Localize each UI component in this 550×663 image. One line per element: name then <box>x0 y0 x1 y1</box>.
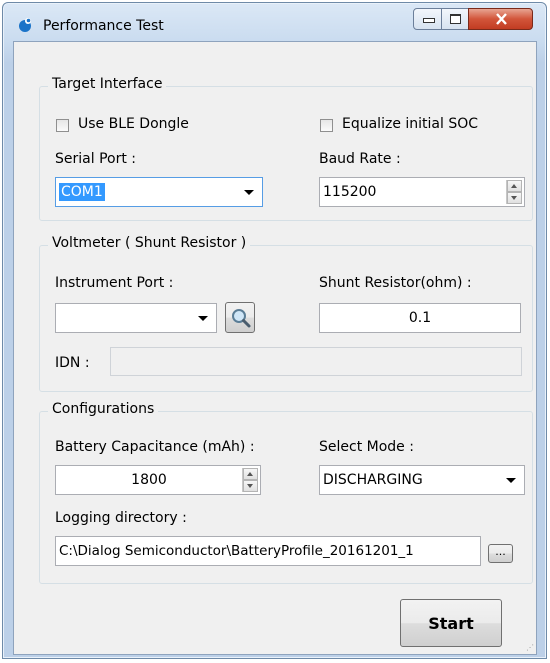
start-button[interactable]: Start <box>400 599 502 647</box>
equalize-soc-checkbox[interactable] <box>320 119 333 132</box>
capacitance-spinner[interactable] <box>242 468 258 492</box>
voltmeter-legend: Voltmeter ( Shunt Resistor ) <box>48 235 251 251</box>
capacitance-input[interactable]: 1800 <box>55 465 261 495</box>
close-icon <box>496 13 507 25</box>
baud-rate-label: Baud Rate : <box>319 151 401 167</box>
minimize-button[interactable] <box>413 8 442 30</box>
use-ble-checkbox[interactable] <box>56 119 69 132</box>
instrument-port-combo[interactable] <box>55 303 217 333</box>
baud-rate-value: 115200 <box>323 184 377 200</box>
maximize-icon <box>450 14 461 24</box>
spin-down-button[interactable] <box>243 480 258 492</box>
arrow-up-icon <box>247 472 253 476</box>
app-icon <box>19 18 31 32</box>
logging-directory-value: C:\Dialog Semiconductor\BatteryProfile_2… <box>59 543 414 559</box>
logging-directory-input[interactable]: C:\Dialog Semiconductor\BatteryProfile_2… <box>55 536 481 566</box>
baud-rate-input[interactable]: 115200 <box>319 177 525 207</box>
mode-value: DISCHARGING <box>323 472 423 488</box>
window: Performance Test Target Interface Use BL… <box>2 2 547 659</box>
chevron-down-icon <box>506 478 516 483</box>
idn-field <box>110 347 522 376</box>
window-title: Performance Test <box>43 18 164 34</box>
magnifier-icon <box>232 309 251 328</box>
arrow-up-icon <box>511 184 517 188</box>
chevron-down-icon <box>244 190 254 195</box>
browse-button-label: ... <box>495 545 506 558</box>
chevron-down-icon <box>198 316 208 321</box>
target-interface-group: Target Interface Use BLE Dongle Equalize… <box>39 76 533 221</box>
instrument-port-label: Instrument Port : <box>55 275 174 291</box>
mode-combo[interactable]: DISCHARGING <box>319 465 525 495</box>
arrow-down-icon <box>247 484 253 488</box>
capacitance-value: 1800 <box>131 472 167 488</box>
serial-port-label: Serial Port : <box>55 151 136 167</box>
arrow-down-icon <box>511 196 517 200</box>
browse-button[interactable]: ... <box>488 544 513 563</box>
start-button-label: Start <box>428 614 474 633</box>
use-ble-label-text: Use BLE Dongle <box>78 116 189 132</box>
maximize-button[interactable] <box>441 8 469 30</box>
minimize-icon <box>423 18 435 23</box>
configurations-legend: Configurations <box>48 401 159 417</box>
logging-directory-label: Logging directory : <box>55 510 187 526</box>
resize-grip-icon[interactable]: ⋰ <box>526 643 534 652</box>
voltmeter-group: Voltmeter ( Shunt Resistor ) Instrument … <box>39 235 533 392</box>
spin-up-button[interactable] <box>507 180 522 192</box>
use-ble-label[interactable]: Use BLE Dongle <box>78 116 189 132</box>
shunt-resistor-label: Shunt Resistor(ohm) : <box>319 275 472 291</box>
configurations-group: Configurations Battery Capacitance (mAh)… <box>39 401 533 584</box>
shunt-resistor-value: 0.1 <box>408 310 432 326</box>
equalize-soc-label[interactable]: Equalize initial SOC <box>342 116 478 132</box>
spin-down-button[interactable] <box>507 192 522 204</box>
shunt-resistor-input[interactable]: 0.1 <box>319 303 521 333</box>
mode-label: Select Mode : <box>319 439 414 455</box>
baud-rate-spinner[interactable] <box>506 180 522 204</box>
dialog-client: Target Interface Use BLE Dongle Equalize… <box>13 41 537 655</box>
title-bar: Performance Test <box>3 3 546 41</box>
capacitance-label: Battery Capacitance (mAh) : <box>55 439 255 455</box>
target-interface-legend: Target Interface <box>48 76 167 92</box>
close-button[interactable] <box>468 8 533 30</box>
serial-port-value: COM1 <box>59 183 105 201</box>
serial-port-combo[interactable]: COM1 <box>55 177 263 207</box>
spin-up-button[interactable] <box>243 468 258 480</box>
idn-label: IDN : <box>55 355 90 371</box>
search-instrument-button[interactable] <box>225 302 255 333</box>
